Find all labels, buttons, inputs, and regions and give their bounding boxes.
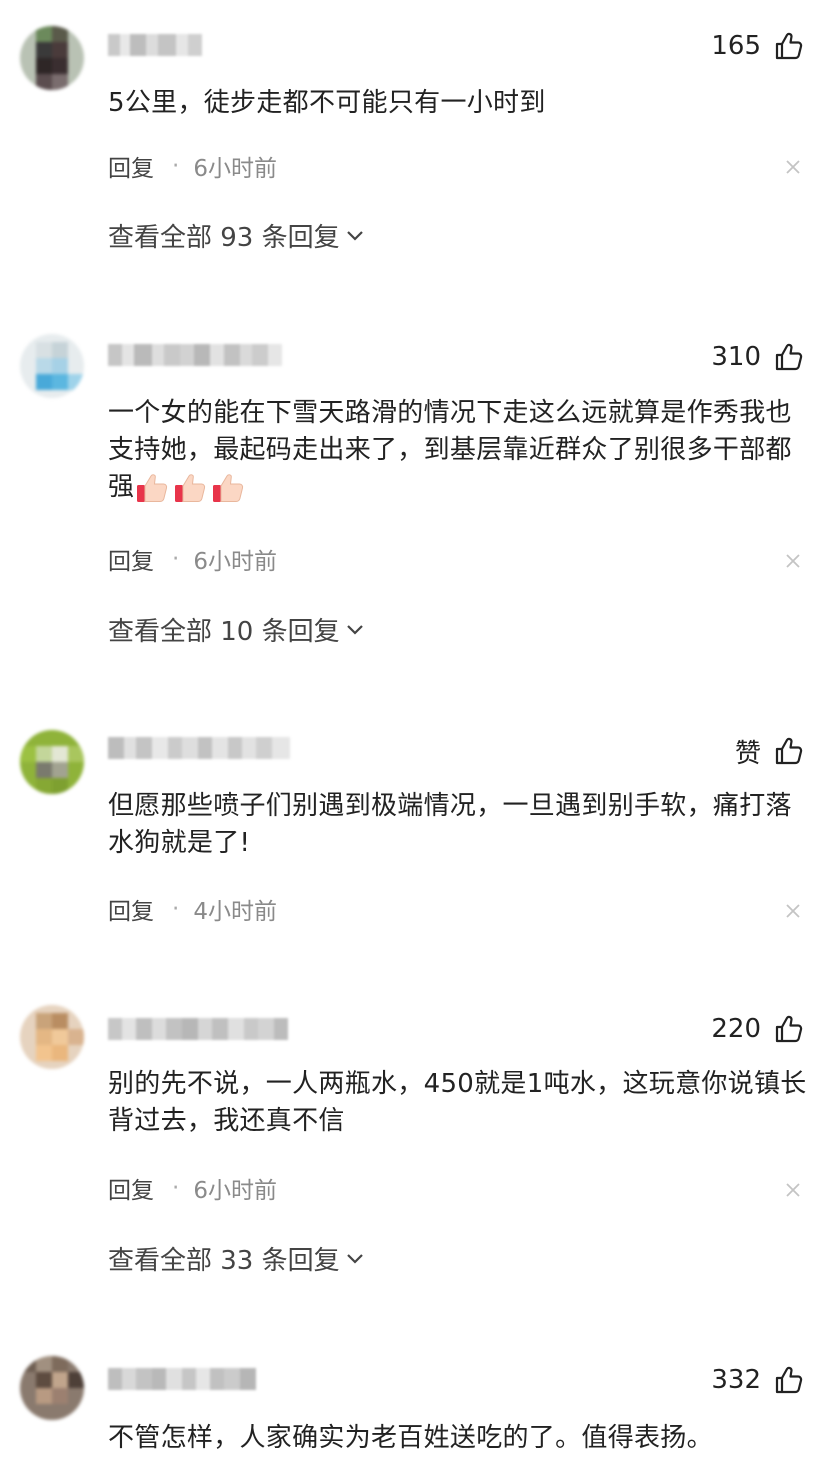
username[interactable] xyxy=(108,34,202,56)
view-replies-label: 查看全部 10 条回复 xyxy=(108,616,340,647)
like-button[interactable]: 165 xyxy=(711,26,805,66)
avatar[interactable] xyxy=(20,26,84,90)
thumbs-up-emoji-icon xyxy=(175,473,206,502)
comment-text: 别的先不说，一人两瓶水，450就是1吨水，这玩意你说镇长背过去，我还真不信 xyxy=(108,1069,807,1136)
view-replies-button[interactable]: 查看全部 93 条回复 xyxy=(108,217,366,253)
chevron-down-icon xyxy=(346,231,363,241)
avatar[interactable] xyxy=(20,1356,84,1420)
like-count: 332 xyxy=(711,1365,761,1395)
thumbs-up-outline-icon xyxy=(775,343,803,371)
thumbs-up-emoji-icon xyxy=(137,473,168,502)
separator-dot: · xyxy=(172,546,180,572)
comment-text: 不管怎样，人家确实为老百姓送吃的了。值得表扬。 xyxy=(108,1423,713,1453)
comment-text: 5公里，徒步走都不可能只有一小时到 xyxy=(108,88,546,118)
like-button[interactable]: 332 xyxy=(711,1360,805,1400)
separator-dot: · xyxy=(172,153,180,179)
view-replies-button[interactable]: 查看全部 10 条回复 xyxy=(108,611,366,647)
username[interactable] xyxy=(108,1018,288,1040)
like-button[interactable]: 310 xyxy=(711,337,805,377)
separator-dot: · xyxy=(172,896,180,922)
avatar[interactable] xyxy=(20,334,84,398)
avatar[interactable] xyxy=(20,730,84,794)
chevron-down-icon xyxy=(346,1254,363,1264)
chevron-down-icon xyxy=(346,625,363,635)
reply-button[interactable]: 回复 xyxy=(108,1171,154,1205)
username[interactable] xyxy=(108,1368,256,1390)
timestamp: 4小时前 xyxy=(193,899,277,925)
reply-button[interactable]: 回复 xyxy=(108,892,154,926)
username[interactable] xyxy=(108,344,282,366)
like-button[interactable]: 220 xyxy=(711,1009,805,1049)
like-count: 310 xyxy=(711,342,761,372)
like-button[interactable]: 赞 xyxy=(735,731,805,771)
separator-dot: · xyxy=(172,1175,180,1201)
thumbs-up-outline-icon xyxy=(775,1015,803,1043)
view-replies-label: 查看全部 33 条回复 xyxy=(108,1245,340,1276)
reply-button[interactable]: 回复 xyxy=(108,149,154,183)
avatar[interactable] xyxy=(20,1005,84,1069)
comment-meta: 回复 · 6小时前 xyxy=(108,1171,277,1205)
view-replies-button[interactable]: 查看全部 33 条回复 xyxy=(108,1240,366,1276)
emoji-group xyxy=(134,470,246,506)
like-count: 165 xyxy=(711,31,761,61)
comment-text: 一个女的能在下雪天路滑的情况下走这么远就算是作秀我也支持她，最起码走出来了，到基… xyxy=(108,395,813,506)
close-icon[interactable] xyxy=(783,901,803,921)
like-count: 220 xyxy=(711,1014,761,1044)
reply-button[interactable]: 回复 xyxy=(108,542,154,576)
thumbs-up-outline-icon xyxy=(775,32,803,60)
comment-meta: 回复 · 6小时前 xyxy=(108,542,277,576)
thumbs-up-outline-icon xyxy=(775,737,803,765)
thumbs-up-emoji-icon xyxy=(213,473,244,502)
timestamp: 6小时前 xyxy=(193,156,277,182)
thumbs-up-outline-icon xyxy=(775,1366,803,1394)
username[interactable] xyxy=(108,737,290,759)
view-replies-label: 查看全部 93 条回复 xyxy=(108,222,340,253)
like-count: 赞 xyxy=(734,738,761,769)
timestamp: 6小时前 xyxy=(193,549,277,575)
close-icon[interactable] xyxy=(783,551,803,571)
close-icon[interactable] xyxy=(783,157,803,177)
timestamp: 6小时前 xyxy=(193,1178,277,1204)
comment-meta: 回复 · 4小时前 xyxy=(108,892,277,926)
comment-text: 但愿那些喷子们别遇到极端情况，一旦遇到别手软，痛打落水狗就是了! xyxy=(108,791,792,858)
close-icon[interactable] xyxy=(783,1180,803,1200)
comment-meta: 回复 · 6小时前 xyxy=(108,149,277,183)
